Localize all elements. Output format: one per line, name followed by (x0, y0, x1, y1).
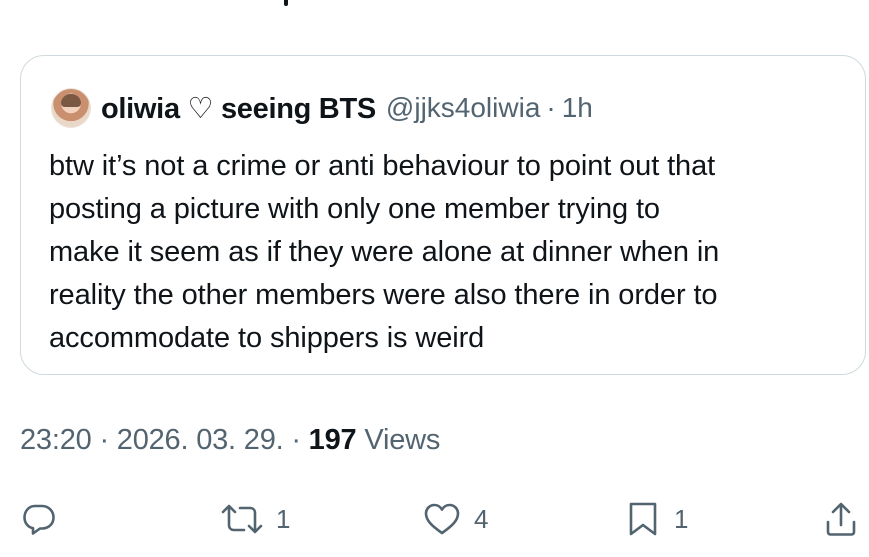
views-count: 197 (308, 424, 357, 456)
reply-icon (23, 504, 55, 535)
like-button[interactable]: 4 (422, 494, 488, 544)
text-line: accommodate to shippers is weird (49, 322, 485, 354)
bookmark-icon (629, 502, 657, 536)
text-line: reality the other members were also ther… (49, 279, 718, 311)
text-line: make it seem as if they were alone at di… (49, 236, 720, 268)
clipped-text-fragment (284, 0, 288, 6)
separator-dot: · (546, 92, 556, 123)
views-label: Views (364, 424, 441, 456)
repost-button[interactable]: 1 (220, 494, 290, 544)
repost-icon (221, 504, 263, 534)
quoted-post-card[interactable]: oliwia ♡ seeing BTS @jjks4oliwia · 1h bt… (20, 55, 866, 375)
repost-count: 1 (276, 503, 291, 534)
display-name[interactable]: oliwia ♡ seeing BTS (101, 91, 376, 126)
like-count: 4 (474, 503, 489, 534)
post-meta: 23:20 · 2026. 03. 29. · 197 Views (20, 424, 440, 457)
post-age[interactable]: 1h (562, 92, 593, 124)
share-button[interactable] (822, 494, 860, 544)
user-handle[interactable]: @jjks4oliwia (386, 92, 540, 124)
separator-dot: · (99, 424, 109, 456)
bookmark-count: 1 (674, 503, 689, 534)
quoted-post-text: btw it’s not a crime or anti behaviour t… (49, 145, 849, 360)
avatar[interactable] (51, 88, 91, 128)
quoted-post-header: oliwia ♡ seeing BTS @jjks4oliwia · 1h (51, 86, 593, 130)
share-icon (826, 502, 856, 536)
post-time[interactable]: 23:20 (20, 424, 92, 456)
bookmark-button[interactable]: 1 (624, 494, 688, 544)
text-line: btw it’s not a crime or anti behaviour t… (49, 150, 716, 182)
post-date[interactable]: 2026. 03. 29. (117, 424, 284, 456)
separator-dot: · (291, 424, 301, 456)
previous-text-clip (0, 0, 869, 14)
text-line: posting a picture with only one member t… (49, 193, 660, 225)
heart-icon (424, 503, 460, 535)
action-bar: 1 4 1 (0, 494, 869, 544)
reply-button[interactable] (20, 494, 58, 544)
